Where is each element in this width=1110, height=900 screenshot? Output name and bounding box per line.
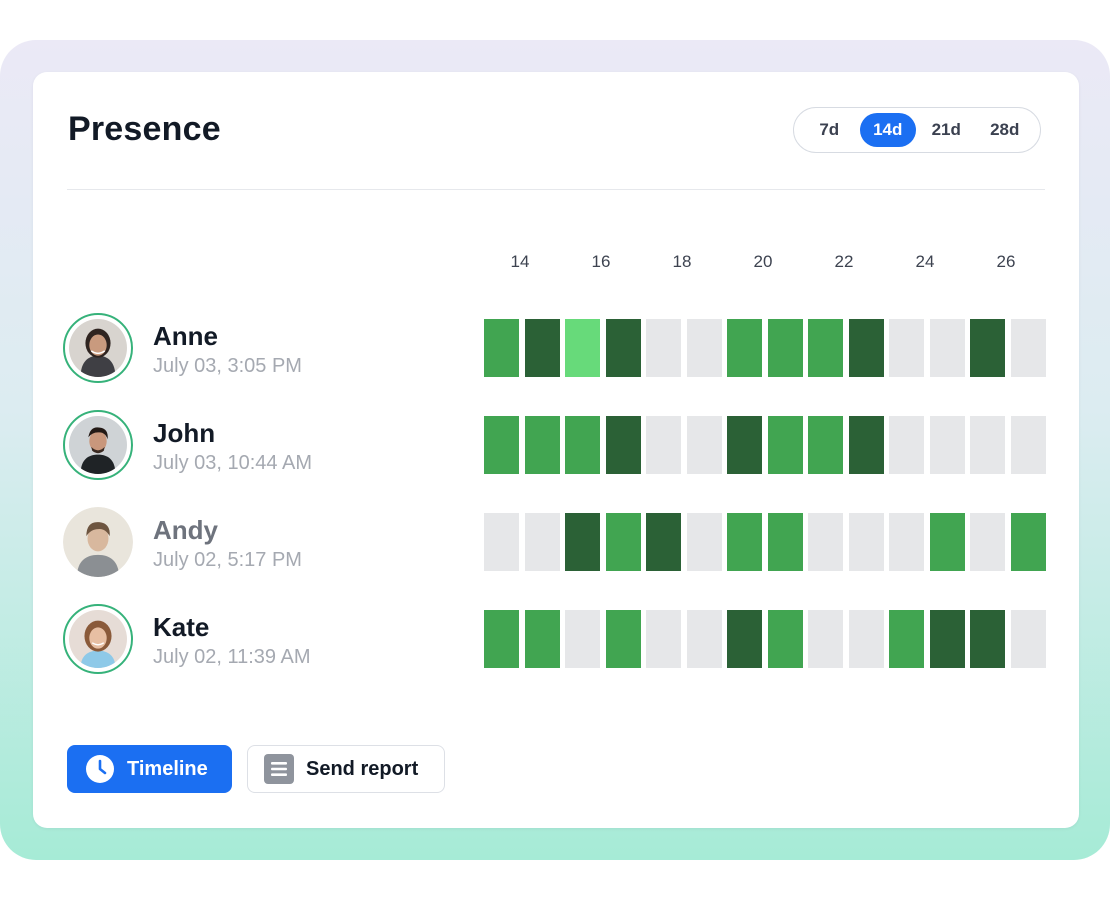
presence-cell: [686, 610, 722, 668]
presence-cell: [929, 319, 965, 377]
presence-cells: [484, 610, 1046, 668]
presence-cell: [767, 610, 803, 668]
presence-cell: [686, 513, 722, 571]
presence-cell: [889, 319, 924, 377]
last-seen-time: July 03, 10:44 AM: [153, 452, 312, 474]
day-tick-label: 14: [510, 252, 530, 271]
presence-cell: [929, 416, 965, 474]
person-row[interactable]: Kate July 02, 11:39 AM: [63, 604, 1048, 676]
header-divider: [67, 189, 1045, 190]
presence-cell: [929, 513, 965, 571]
presence-cell: [524, 416, 560, 474]
presence-cell: [565, 319, 600, 377]
presence-cell: [970, 319, 1005, 377]
presence-cell: [727, 319, 762, 377]
presence-cell: [524, 319, 560, 377]
presence-cell: [1010, 610, 1046, 668]
presence-cell: [646, 610, 681, 668]
presence-cell: [646, 513, 681, 571]
presence-cell: [767, 416, 803, 474]
presence-cell: [848, 513, 884, 571]
avatar: [63, 410, 133, 480]
send-report-button-label: Send report: [306, 757, 419, 780]
presence-cell: [808, 416, 843, 474]
range-tab-21d[interactable]: 21d: [918, 113, 975, 147]
timeline-button-label: Timeline: [127, 757, 208, 780]
presence-cells: [484, 513, 1046, 571]
last-seen-time: July 02, 11:39 AM: [153, 646, 311, 668]
presence-cell: [484, 416, 519, 474]
presence-cell: [605, 416, 641, 474]
presence-cell: [1010, 416, 1046, 474]
presence-cell: [524, 513, 560, 571]
person-name: Andy: [153, 515, 218, 545]
person-row[interactable]: Andy July 02, 5:17 PM: [63, 507, 1048, 579]
presence-cell: [524, 610, 560, 668]
document-icon: [264, 754, 294, 784]
presence-cell: [484, 319, 519, 377]
presence-cell: [848, 319, 884, 377]
day-tick-label: 20: [753, 252, 773, 271]
presence-cell: [1010, 513, 1046, 571]
presence-cell: [848, 416, 884, 474]
presence-cell: [565, 610, 600, 668]
presence-cell: [1010, 319, 1046, 377]
presence-cells: [484, 319, 1046, 377]
send-report-button[interactable]: Send report: [247, 745, 445, 793]
presence-cells: [484, 416, 1046, 474]
last-seen-time: July 02, 5:17 PM: [153, 549, 302, 571]
presence-cell: [970, 416, 1005, 474]
day-axis: 14 16 18 20 22 24 26: [484, 252, 1044, 272]
presence-cell: [727, 416, 762, 474]
day-tick-label: 26: [996, 252, 1016, 271]
presence-cell: [727, 610, 762, 668]
avatar: [63, 507, 133, 577]
person-name: John: [153, 418, 216, 448]
presence-cell: [484, 610, 519, 668]
presence-cell: [605, 319, 641, 377]
range-tab-7d[interactable]: 7d: [801, 113, 858, 147]
presence-cell: [848, 610, 884, 668]
person-name: Kate: [153, 612, 210, 642]
presence-card: Presence 7d 14d 21d 28d 14 16 18 20 22 2…: [33, 72, 1079, 828]
presence-cell: [565, 416, 600, 474]
presence-cell: [889, 513, 924, 571]
person-row[interactable]: John July 03, 10:44 AM: [63, 410, 1048, 482]
presence-cell: [970, 513, 1005, 571]
presence-cell: [767, 513, 803, 571]
presence-cell: [686, 319, 722, 377]
presence-cell: [686, 416, 722, 474]
day-tick-label: 22: [834, 252, 854, 271]
presence-cell: [889, 416, 924, 474]
timeline-button[interactable]: Timeline: [67, 745, 232, 793]
day-tick-label: 16: [591, 252, 611, 271]
presence-cell: [605, 513, 641, 571]
page-title: Presence: [68, 110, 221, 148]
range-tab-14d[interactable]: 14d: [859, 113, 916, 147]
presence-cell: [970, 610, 1005, 668]
last-seen-time: July 03, 3:05 PM: [153, 355, 302, 377]
avatar: [63, 313, 133, 383]
person-name: Anne: [153, 321, 218, 351]
clock-icon: [85, 754, 115, 784]
presence-cell: [767, 319, 803, 377]
presence-cell: [484, 513, 519, 571]
person-row[interactable]: Anne July 03, 3:05 PM: [63, 313, 1048, 385]
presence-cell: [929, 610, 965, 668]
presence-cell: [808, 610, 843, 668]
presence-cell: [889, 610, 924, 668]
presence-cell: [808, 319, 843, 377]
range-selector: 7d 14d 21d 28d: [793, 107, 1041, 153]
day-tick-label: 18: [672, 252, 692, 271]
presence-cell: [727, 513, 762, 571]
presence-cell: [605, 610, 641, 668]
avatar: [63, 604, 133, 674]
presence-cell: [565, 513, 600, 571]
day-tick-label: 24: [915, 252, 935, 271]
presence-cell: [646, 319, 681, 377]
presence-cell: [808, 513, 843, 571]
presence-cell: [646, 416, 681, 474]
range-tab-28d[interactable]: 28d: [977, 113, 1034, 147]
